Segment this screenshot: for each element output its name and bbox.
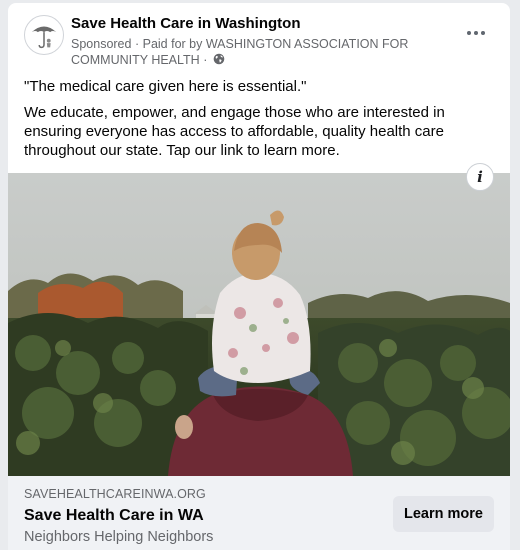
ad-photo-illustration [8,173,510,476]
ad-post-card: Save Health Care in Washington Sponsored… [8,3,510,550]
ad-info-button[interactable]: i [466,163,494,191]
more-dots-icon [467,31,485,35]
post-quote: "The medical care given here is essentia… [24,78,307,95]
globe-icon[interactable] [213,53,225,65]
meta-separator: · [134,37,140,51]
sponsored-meta: Sponsored · Paid for by WASHINGTON ASSOC… [71,36,441,68]
page-avatar[interactable] [24,15,64,55]
post-description: We educate, empower, and engage those wh… [24,104,445,159]
post-body: "The medical care given here is essentia… [24,77,494,167]
ad-image[interactable] [8,173,510,476]
page-name-link[interactable]: Save Health Care in Washington [71,15,301,32]
learn-more-button[interactable]: Learn more [393,496,494,532]
sponsored-label[interactable]: Sponsored [71,37,131,51]
link-domain: SAVEHEALTHCAREINWA.ORG [24,487,206,501]
more-options-button[interactable] [462,19,490,47]
link-preview-footer[interactable]: SAVEHEALTHCAREINWA.ORG Save Health Care … [8,476,510,550]
link-description: Neighbors Helping Neighbors [24,529,214,545]
umbrella-logo-icon [31,26,57,49]
post-header: Save Health Care in Washington Sponsored… [8,3,510,73]
link-title[interactable]: Save Health Care in WA [24,507,204,525]
meta-separator-2: · [203,53,208,67]
